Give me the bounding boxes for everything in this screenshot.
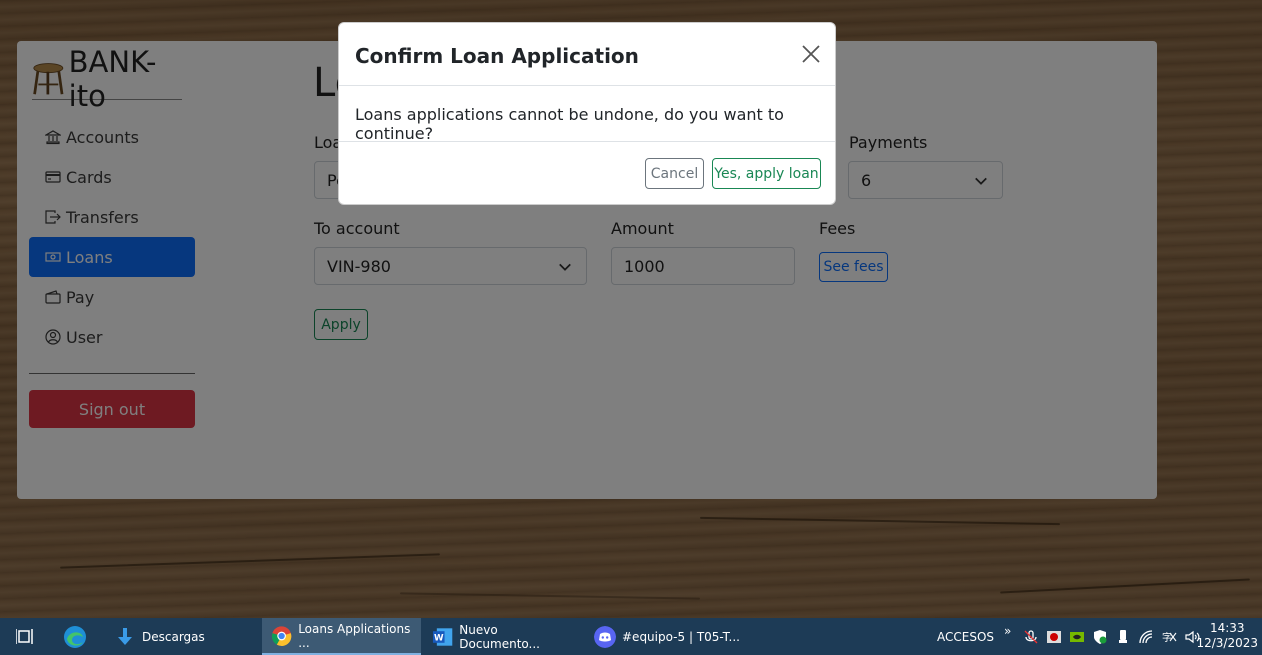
- security-shield-icon[interactable]: [1092, 629, 1108, 645]
- modal-header: Confirm Loan Application: [339, 23, 835, 86]
- clock-date: 12/3/2023: [1196, 636, 1258, 650]
- close-icon[interactable]: [801, 44, 821, 64]
- taskbar-item-chrome[interactable]: Loans Applications ...: [262, 618, 421, 655]
- modal-title: Confirm Loan Application: [355, 44, 639, 68]
- usb-drive-icon[interactable]: [1115, 629, 1131, 645]
- mic-muted-icon[interactable]: [1023, 629, 1039, 645]
- wifi-icon[interactable]: [1138, 629, 1154, 645]
- edge-icon[interactable]: [63, 625, 87, 649]
- word-icon: W: [432, 627, 453, 646]
- confirm-loan-modal: Confirm Loan Application Loans applicati…: [338, 22, 836, 205]
- nvidia-icon[interactable]: [1069, 629, 1085, 645]
- modal-body: Loans applications cannot be undone, do …: [339, 86, 835, 143]
- svg-text:W: W: [434, 633, 444, 643]
- confirm-apply-loan-button[interactable]: Yes, apply loan: [712, 158, 821, 189]
- task-view-icon[interactable]: [16, 628, 34, 645]
- taskbar: Descargas Loans Applications ... W Nuevo…: [0, 618, 1262, 655]
- chevron-up-icon[interactable]: »: [1004, 624, 1011, 638]
- system-tray: ACCESOS » 字: [937, 618, 1207, 655]
- download-arrow-icon: [118, 627, 132, 645]
- taskbar-item-word[interactable]: W Nuevo Documento...: [428, 618, 578, 655]
- chrome-icon: [271, 625, 292, 646]
- keyboard-language-icon[interactable]: 字: [1161, 629, 1177, 645]
- modal-message: Loans applications cannot be undone, do …: [355, 105, 784, 143]
- discord-icon: [594, 625, 616, 648]
- taskbar-item-descargas[interactable]: Descargas: [110, 618, 260, 655]
- accesos-toolbar[interactable]: ACCESOS: [937, 630, 994, 644]
- system-clock[interactable]: 14:33 12/3/2023: [1196, 621, 1258, 651]
- clock-time: 14:33: [1209, 621, 1245, 635]
- record-icon[interactable]: [1046, 629, 1062, 645]
- taskbar-item-discord[interactable]: #equipo-5 | T05-T...: [590, 618, 740, 655]
- cancel-button[interactable]: Cancel: [645, 158, 704, 189]
- modal-footer: Cancel Yes, apply loan: [339, 142, 835, 204]
